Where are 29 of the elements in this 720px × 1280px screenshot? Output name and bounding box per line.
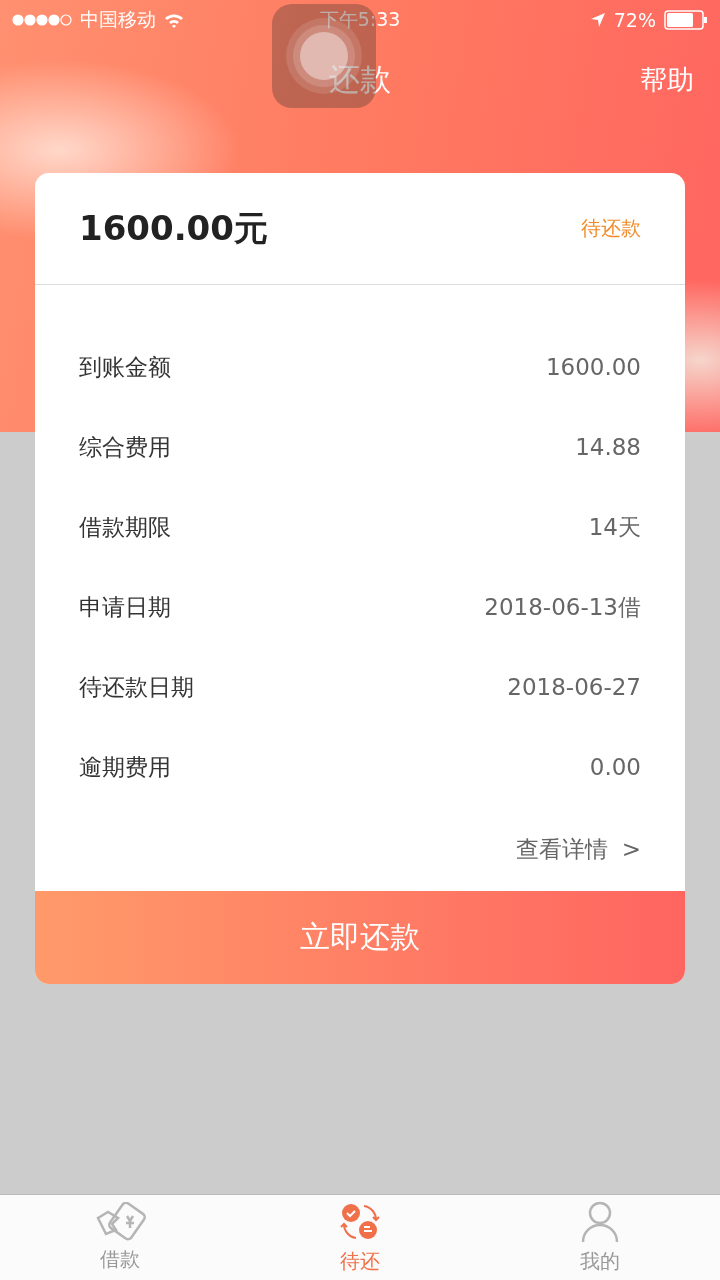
row-label: 申请日期: [79, 592, 171, 622]
row-value: 2018-06-27: [507, 674, 641, 700]
row-value: 1600.00: [545, 354, 641, 380]
row-label: 逾期费用: [79, 752, 171, 782]
row-value: 14天: [588, 512, 641, 542]
card-hand-icon: [94, 1202, 146, 1242]
row-label: 到账金额: [79, 352, 171, 382]
row-label: 待还款日期: [79, 672, 194, 702]
tab[interactable]: 我的: [480, 1195, 720, 1280]
location-arrow-icon: [589, 12, 606, 28]
person-icon: [580, 1200, 620, 1244]
row-value: 14.88: [575, 434, 641, 460]
row-label: 借款期限: [79, 512, 171, 542]
row-label: 综合费用: [79, 432, 171, 462]
help-button[interactable]: 帮助: [640, 62, 694, 98]
chevron-icon: >: [621, 836, 641, 862]
tab[interactable]: 借款: [0, 1195, 240, 1280]
row-value: 2018-06-13借: [484, 592, 641, 622]
tab[interactable]: 待还: [240, 1195, 480, 1280]
loan-amount: 1600.00元: [79, 206, 268, 250]
battery-icon: [664, 10, 708, 30]
repay-button[interactable]: 立即还款: [35, 891, 685, 984]
row-value: 0.00: [589, 754, 641, 780]
signal-icon: [12, 14, 72, 26]
battery-percent: 72%: [613, 9, 656, 31]
loan-status: 待还款: [581, 215, 641, 242]
wifi-icon: [164, 12, 184, 28]
details-link[interactable]: 查看详情: [515, 833, 608, 865]
carrier-name: 中国移动: [80, 7, 156, 32]
